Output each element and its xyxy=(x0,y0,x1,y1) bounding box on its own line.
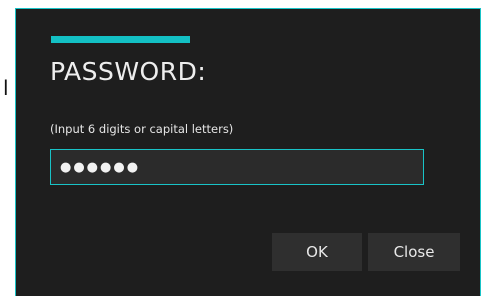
dialog-title: PASSWORD: xyxy=(50,57,207,86)
ok-button[interactable]: OK xyxy=(272,233,362,271)
password-input[interactable] xyxy=(50,149,424,185)
input-hint: (Input 6 digits or capital letters) xyxy=(50,122,234,136)
background-partial-text: l xyxy=(3,76,9,100)
close-button[interactable]: Close xyxy=(368,233,460,271)
password-dialog: PASSWORD: (Input 6 digits or capital let… xyxy=(15,8,481,296)
accent-bar xyxy=(51,36,190,43)
